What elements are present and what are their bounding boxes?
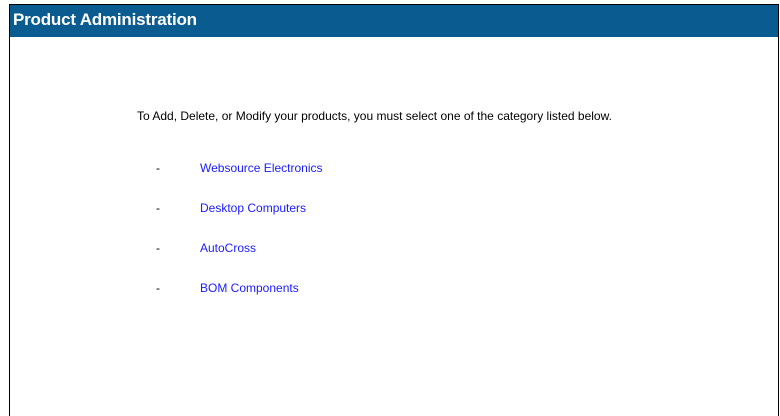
header-bar: Product Administration <box>10 5 778 37</box>
category-link-bom-components[interactable]: BOM Components <box>200 281 299 295</box>
page-title: Product Administration <box>13 10 197 29</box>
category-link-websource-electronics[interactable]: Websource Electronics <box>200 161 323 175</box>
category-link-desktop-computers[interactable]: Desktop Computers <box>200 201 306 215</box>
category-link-autocross[interactable]: AutoCross <box>200 241 256 255</box>
list-bullet: - <box>156 241 160 255</box>
instructions-text: To Add, Delete, or Modify your products,… <box>137 109 612 123</box>
list-bullet: - <box>156 201 160 215</box>
list-bullet: - <box>156 161 160 175</box>
list-bullet: - <box>156 281 160 295</box>
product-admin-panel: Product Administration To Add, Delete, o… <box>9 4 779 416</box>
